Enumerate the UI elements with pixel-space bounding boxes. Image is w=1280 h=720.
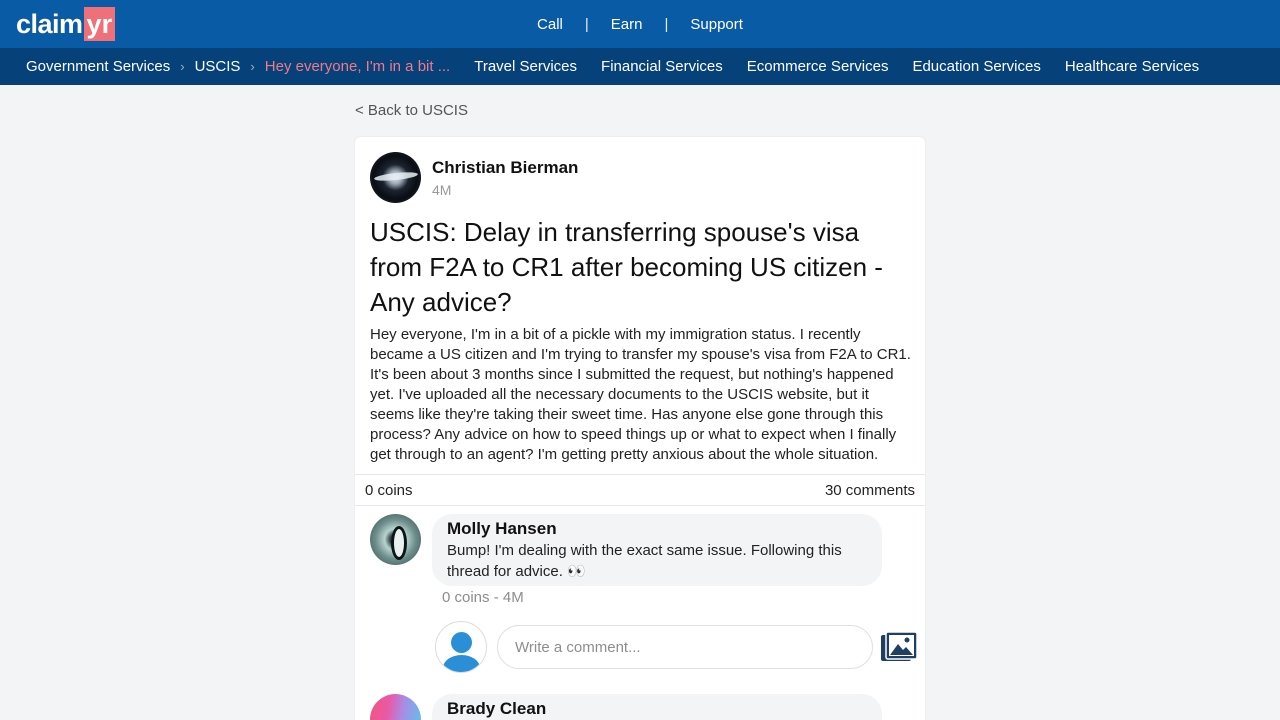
nav-travel-services[interactable]: Travel Services [474, 58, 577, 75]
comment-item: Molly Hansen Bump! I'm dealing with the … [370, 514, 882, 586]
post-author: Christian Bierman 4M [370, 152, 578, 203]
coins-count: 0 coins [365, 481, 413, 499]
post-time: 4M [432, 181, 452, 198]
comments-count[interactable]: 30 comments [825, 482, 915, 499]
post-title: USCIS: Delay in transferring spouse's vi… [370, 217, 883, 317]
category-bar: Government Services › USCIS › Hey everyo… [0, 48, 1280, 85]
top-nav: Call | Earn | Support [0, 0, 1280, 48]
comment-bubble: Molly Hansen Bump! I'm dealing with the … [432, 514, 882, 586]
commenter-avatar[interactable] [370, 514, 421, 565]
author-avatar[interactable] [370, 152, 421, 203]
nav-education-services[interactable]: Education Services [912, 58, 1040, 75]
nav-support-link[interactable]: Support [690, 16, 743, 33]
back-to-uscis-link[interactable]: < Back to USCIS [355, 102, 468, 119]
reply-box [435, 621, 917, 673]
post-stats: 0 coins 30 comments [355, 474, 925, 506]
top-bar: claim yr Call | Earn | Support [0, 0, 1280, 48]
nav-healthcare-services[interactable]: Healthcare Services [1065, 58, 1199, 75]
commenter-name[interactable]: Molly Hansen [447, 519, 867, 539]
comment-meta: 0 coins - 4M [442, 589, 524, 606]
nav-separator: | [664, 15, 669, 33]
commenter-avatar[interactable] [370, 694, 421, 720]
nav-financial-services[interactable]: Financial Services [601, 58, 723, 75]
post-card: Christian Bierman 4M USCIS: Delay in tra… [355, 137, 925, 720]
comment-input[interactable] [497, 625, 873, 669]
comment-text: Bump! I'm dealing with the exact same is… [447, 542, 842, 580]
nav-separator: | [584, 15, 589, 33]
nav-earn-link[interactable]: Earn [611, 16, 643, 33]
chevron-right-icon: › [180, 59, 185, 74]
commenter-name[interactable]: Brady Clean [447, 699, 867, 719]
breadcrumb-current-post[interactable]: Hey everyone, I'm in a bit ... [265, 58, 450, 75]
user-avatar-icon [435, 621, 487, 673]
nav-ecommerce-services[interactable]: Ecommerce Services [747, 58, 889, 75]
breadcrumb-uscis[interactable]: USCIS [195, 58, 241, 75]
image-upload-icon[interactable] [881, 632, 917, 662]
author-name[interactable]: Christian Bierman [432, 158, 578, 178]
post-body: Hey everyone, I'm in a bit of a pickle w… [370, 326, 911, 463]
breadcrumb-government-services[interactable]: Government Services [26, 58, 170, 75]
chevron-right-icon: › [250, 59, 255, 74]
comment-bubble: Brady Clean [432, 694, 882, 720]
comment-item: Brady Clean [370, 694, 882, 720]
nav-call-link[interactable]: Call [537, 16, 563, 33]
